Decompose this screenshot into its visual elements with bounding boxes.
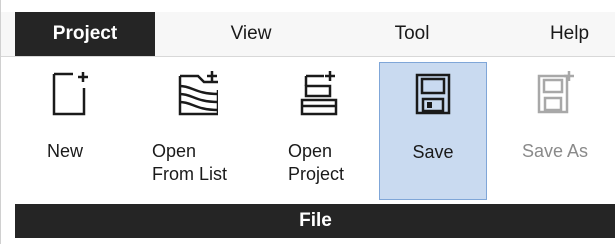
save-label: Save — [412, 142, 454, 162]
menu-bar-divider — [1, 56, 615, 57]
file-group-footer: File — [15, 204, 615, 238]
menu-bar: Project View Tool Help — [1, 12, 615, 56]
new-button[interactable]: New — [41, 62, 101, 200]
open-project-button[interactable]: Open Project — [275, 62, 365, 200]
save-as-disk-icon — [537, 71, 574, 114]
menu-tool[interactable]: Tool — [367, 12, 457, 56]
menu-view[interactable]: View — [201, 12, 301, 56]
save-as-label: Save As — [521, 141, 589, 161]
open-list-icon — [178, 71, 218, 116]
ribbon: Project View Tool Help New Open From Lis… — [0, 0, 615, 244]
open-project-icon — [300, 71, 338, 116]
group-title: File — [299, 210, 332, 231]
save-as-button[interactable]: Save As — [505, 62, 605, 200]
new-label: New — [47, 141, 84, 161]
menu-help[interactable]: Help — [523, 12, 615, 56]
save-button[interactable]: Save — [379, 62, 487, 200]
menu-project[interactable]: Project — [15, 12, 155, 56]
open-from-list-label: Open From List — [152, 141, 228, 184]
open-from-list-button[interactable]: Open From List — [143, 62, 253, 200]
new-document-icon — [52, 72, 88, 116]
open-project-label: Open Project — [288, 141, 345, 184]
save-disk-icon — [415, 73, 451, 115]
